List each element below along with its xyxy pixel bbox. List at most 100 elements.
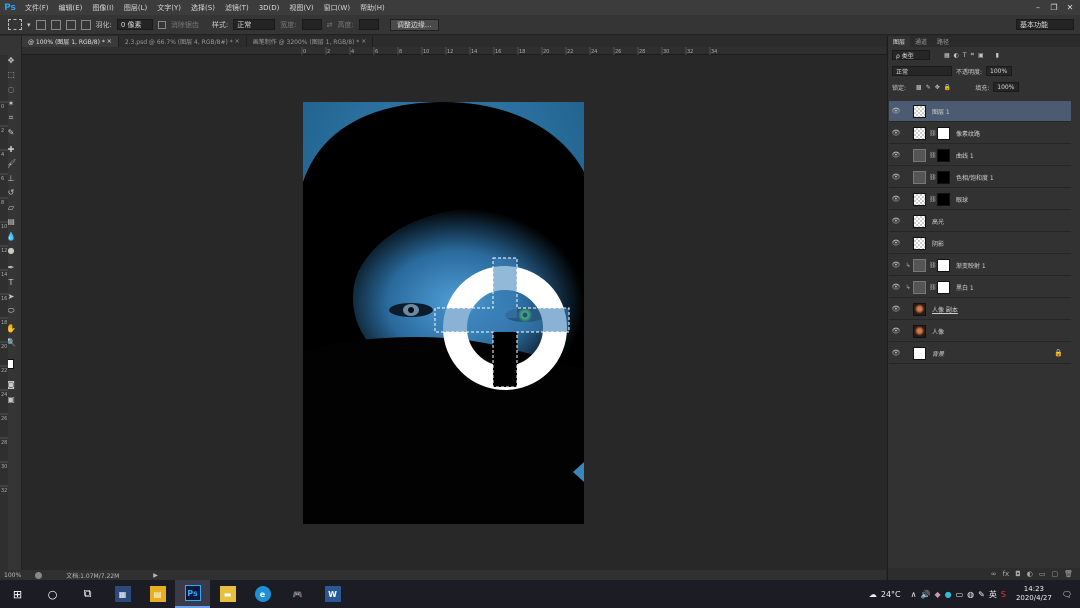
layer-mask-thumbnail[interactable]: [937, 170, 950, 184]
layer-name[interactable]: 阴影: [932, 239, 944, 248]
tab-layers[interactable]: 图层: [888, 36, 911, 47]
filter-type-icon[interactable]: T: [963, 52, 967, 59]
tab-document-3[interactable]: 画笔制作 @ 3200% (图层 1, RGB/8) * ×: [247, 36, 374, 47]
menu-edit[interactable]: 编辑(E): [54, 3, 88, 13]
layer-row[interactable]: 👁 ↳ ⛓ 渐变映射 1: [889, 255, 1071, 276]
visibility-eye-icon[interactable]: 👁: [889, 349, 903, 357]
layer-name[interactable]: 黑白 1: [956, 283, 974, 292]
windows-start-icon[interactable]: ⊞: [0, 580, 35, 608]
blend-mode-select[interactable]: 正常: [892, 66, 952, 76]
layer-row[interactable]: 👁 高光: [889, 211, 1071, 232]
volume-icon[interactable]: 🔊: [921, 590, 931, 599]
new-group-icon[interactable]: ▭: [1039, 570, 1046, 578]
lock-brush-icon[interactable]: ✎: [926, 84, 931, 91]
opacity-input[interactable]: 100%: [986, 66, 1013, 76]
filter-toggle-icon[interactable]: ▮: [996, 52, 999, 59]
visibility-eye-icon[interactable]: 👁: [889, 261, 903, 269]
refine-edge-button[interactable]: 调整边缘...: [389, 18, 439, 31]
menu-type[interactable]: 文字(Y): [152, 3, 186, 13]
menu-file[interactable]: 文件(F): [20, 3, 54, 13]
visibility-eye-icon[interactable]: 👁: [889, 129, 903, 137]
visibility-eye-icon[interactable]: 👁: [889, 239, 903, 247]
word-app-icon[interactable]: W: [315, 580, 350, 608]
lock-move-icon[interactable]: ✥: [935, 84, 940, 91]
document-canvas[interactable]: [303, 102, 584, 524]
tab-document-1[interactable]: @ 100% (图层 1, RGB/8) * ×: [22, 36, 119, 47]
visibility-eye-icon[interactable]: 👁: [889, 283, 903, 291]
menu-help[interactable]: 帮助(H): [355, 3, 390, 13]
layer-row[interactable]: 👁 背景 🔒: [889, 343, 1071, 364]
info-icon[interactable]: [35, 571, 43, 579]
filter-pixel-icon[interactable]: ▦: [944, 52, 950, 59]
visibility-eye-icon[interactable]: 👁: [889, 305, 903, 313]
menu-view[interactable]: 视图(V): [284, 3, 318, 13]
layer-filter-select[interactable]: ρ 类型: [892, 50, 930, 60]
menu-filter[interactable]: 滤镜(T): [220, 3, 254, 13]
battery-icon[interactable]: ▭: [956, 590, 964, 599]
notification-icon[interactable]: 🗨: [1062, 590, 1072, 599]
tab-document-2[interactable]: 2.3.psd @ 66.7% (图层 4, RGB/8#) * ×: [119, 36, 247, 47]
filter-shape-icon[interactable]: ⌗: [971, 51, 974, 59]
visibility-eye-icon[interactable]: 👁: [889, 107, 903, 115]
layer-name[interactable]: 曲线 1: [956, 151, 974, 160]
layer-mask-thumbnail[interactable]: [937, 258, 950, 272]
tray-app-icon[interactable]: ●: [945, 590, 952, 599]
arrow-right-icon[interactable]: ▶: [153, 572, 158, 579]
add-selection-icon[interactable]: [50, 19, 61, 30]
visibility-eye-icon[interactable]: 👁: [889, 327, 903, 335]
weather-icon[interactable]: ☁: [869, 590, 877, 599]
visibility-eye-icon[interactable]: 👁: [889, 217, 903, 225]
layer-row[interactable]: 👁 图层 1: [889, 101, 1071, 122]
subtract-selection-icon[interactable]: [65, 19, 76, 30]
close-icon[interactable]: ✕: [1062, 0, 1078, 14]
network-icon[interactable]: ◍: [967, 590, 974, 599]
add-mask-icon[interactable]: ◘: [1015, 570, 1021, 578]
chevron-up-icon[interactable]: ∧: [911, 590, 917, 599]
video-editor-app-icon[interactable]: ▦: [105, 580, 140, 608]
menu-image[interactable]: 图像(I): [87, 3, 119, 13]
ime-indicator[interactable]: 英: [989, 589, 997, 600]
chevron-down-icon[interactable]: ▾: [27, 21, 31, 29]
tab-close-icon[interactable]: ×: [361, 38, 366, 45]
layer-name[interactable]: 色相/饱和度 1: [956, 173, 994, 182]
tab-channels[interactable]: 通道: [910, 36, 932, 47]
layer-name[interactable]: 眼球: [956, 195, 968, 204]
calendar-app-icon[interactable]: ▤: [140, 580, 175, 608]
swap-icon[interactable]: ⇄: [327, 21, 333, 29]
workspace-select[interactable]: 基本功能: [1016, 19, 1074, 30]
zoom-level[interactable]: 100%: [4, 572, 21, 579]
file-explorer-icon[interactable]: ▬: [210, 580, 245, 608]
photoshop-app-icon[interactable]: Ps: [175, 580, 210, 608]
tab-paths[interactable]: 路径: [932, 36, 954, 47]
layer-mask-thumbnail[interactable]: [937, 280, 950, 294]
layer-name[interactable]: 人像 副本: [932, 305, 958, 314]
marquee-tool-icon[interactable]: [8, 19, 22, 30]
intersect-selection-icon[interactable]: [80, 19, 91, 30]
lock-icon[interactable]: 🔒: [1054, 349, 1063, 357]
height-input[interactable]: [358, 19, 379, 30]
task-view-icon[interactable]: ⧉: [70, 580, 105, 608]
menu-3d[interactable]: 3D(D): [254, 4, 285, 12]
menu-layer[interactable]: 图层(L): [119, 3, 152, 13]
search-icon[interactable]: ○: [35, 580, 70, 608]
feather-input[interactable]: 0 像素: [116, 19, 153, 30]
layer-mask-thumbnail[interactable]: [937, 192, 950, 206]
layer-row[interactable]: 👁 人像: [889, 321, 1071, 342]
filter-adjust-icon[interactable]: ◐: [954, 52, 959, 59]
visibility-eye-icon[interactable]: 👁: [889, 151, 903, 159]
layer-row[interactable]: 👁 ⛓ 色相/饱和度 1: [889, 167, 1071, 188]
layer-row[interactable]: 👁 ↳ ⛓ 黑白 1: [889, 277, 1071, 298]
fill-input[interactable]: 100%: [993, 82, 1020, 92]
layer-style-icon[interactable]: fx: [1003, 570, 1010, 578]
layer-mask-thumbnail[interactable]: [937, 148, 950, 162]
layer-row[interactable]: 👁 ⛓ 眼球: [889, 189, 1071, 210]
layer-row[interactable]: 👁 ⛓ 像素纹路: [889, 123, 1071, 144]
tray-app-icon[interactable]: S: [1001, 590, 1006, 599]
menu-select[interactable]: 选择(S): [186, 3, 220, 13]
layer-name[interactable]: 高光: [932, 217, 944, 226]
layer-mask-thumbnail[interactable]: [937, 126, 950, 140]
menu-window[interactable]: 窗口(W): [319, 3, 355, 13]
new-selection-icon[interactable]: [35, 19, 46, 30]
game-app-icon[interactable]: 🎮: [280, 580, 315, 608]
style-select[interactable]: 正常: [233, 19, 276, 30]
